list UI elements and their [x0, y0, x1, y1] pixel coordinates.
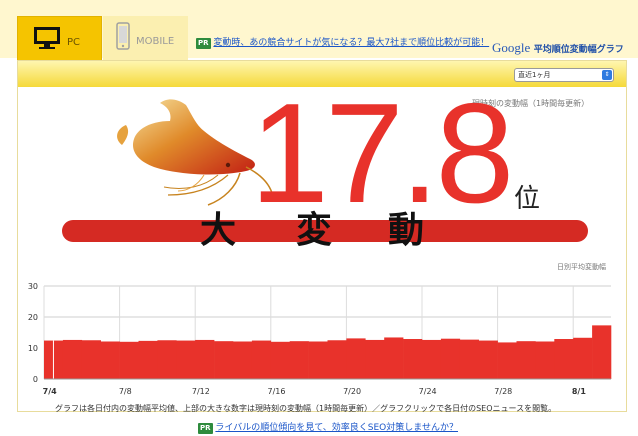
bar-7/23[interactable] — [403, 339, 423, 379]
x-tick-label: 7/4 — [43, 387, 57, 396]
bar-7/7[interactable] — [100, 341, 120, 379]
x-tick-label: 8/1 — [572, 387, 586, 396]
bar-7/10[interactable] — [157, 340, 177, 379]
x-tick-label: 7/28 — [494, 387, 512, 396]
bar-7/8[interactable] — [119, 341, 139, 379]
bar-8/1[interactable] — [573, 337, 593, 379]
y-tick-label: 0 — [33, 375, 38, 384]
bar-7/11[interactable] — [176, 340, 196, 379]
x-tick-label: 7/20 — [343, 387, 361, 396]
bar-7/21[interactable] — [365, 339, 385, 379]
bar-7/24[interactable] — [422, 339, 442, 379]
y-tick-label: 20 — [28, 313, 38, 322]
bar-7/16[interactable] — [270, 341, 290, 379]
bar-7/14[interactable] — [233, 341, 253, 379]
bar-7/20[interactable] — [346, 338, 366, 379]
y-tick-label: 30 — [28, 282, 38, 291]
bar-7/19[interactable] — [327, 340, 347, 379]
bar-7/13[interactable] — [214, 341, 234, 379]
x-tick-label: 7/16 — [267, 387, 285, 396]
bar-7/6[interactable] — [81, 340, 101, 379]
bar-7/27[interactable] — [478, 340, 498, 379]
bar-7/31[interactable] — [554, 339, 574, 379]
bar-8/2[interactable] — [592, 325, 612, 379]
bar-7/28[interactable] — [497, 342, 517, 379]
x-tick-label: 7/24 — [419, 387, 437, 396]
y-tick-label: 10 — [28, 344, 38, 353]
bar-7/26[interactable] — [459, 339, 479, 379]
bar-7/25[interactable] — [440, 338, 461, 379]
x-tick-label: 7/8 — [119, 387, 132, 396]
bar-7/12[interactable] — [195, 339, 215, 379]
daily-change-chart[interactable]: 0 10 20 30 7/4 7/8 7/12 7/16 7/20 7/24 7/28 8/1 — [0, 0, 638, 436]
bar-7/18[interactable] — [308, 341, 328, 379]
bar-7/9[interactable] — [138, 340, 158, 379]
pr-badge: PR — [198, 423, 213, 434]
chart-footer-caption: グラフは各日付内の変動幅平均値、上部の大きな数字は現時刻の変動幅（1時間毎更新）… — [55, 404, 557, 413]
bar-7/22[interactable] — [384, 337, 404, 379]
bar-7/15[interactable] — [251, 340, 272, 379]
x-tick-label: 7/12 — [192, 387, 210, 396]
bar-7/5[interactable] — [62, 339, 83, 379]
bottom-pr-link[interactable]: ライバルの順位傾向を見て、効率良くSEO対策しませんか？ — [215, 423, 458, 433]
bar-7/29[interactable] — [516, 341, 536, 379]
bar-7/30[interactable] — [535, 341, 555, 379]
bar-7/17[interactable] — [289, 341, 309, 379]
bottom-pr-ad[interactable]: PR ライバルの順位傾向を見て、効率良くSEO対策しませんか？ — [198, 420, 458, 434]
